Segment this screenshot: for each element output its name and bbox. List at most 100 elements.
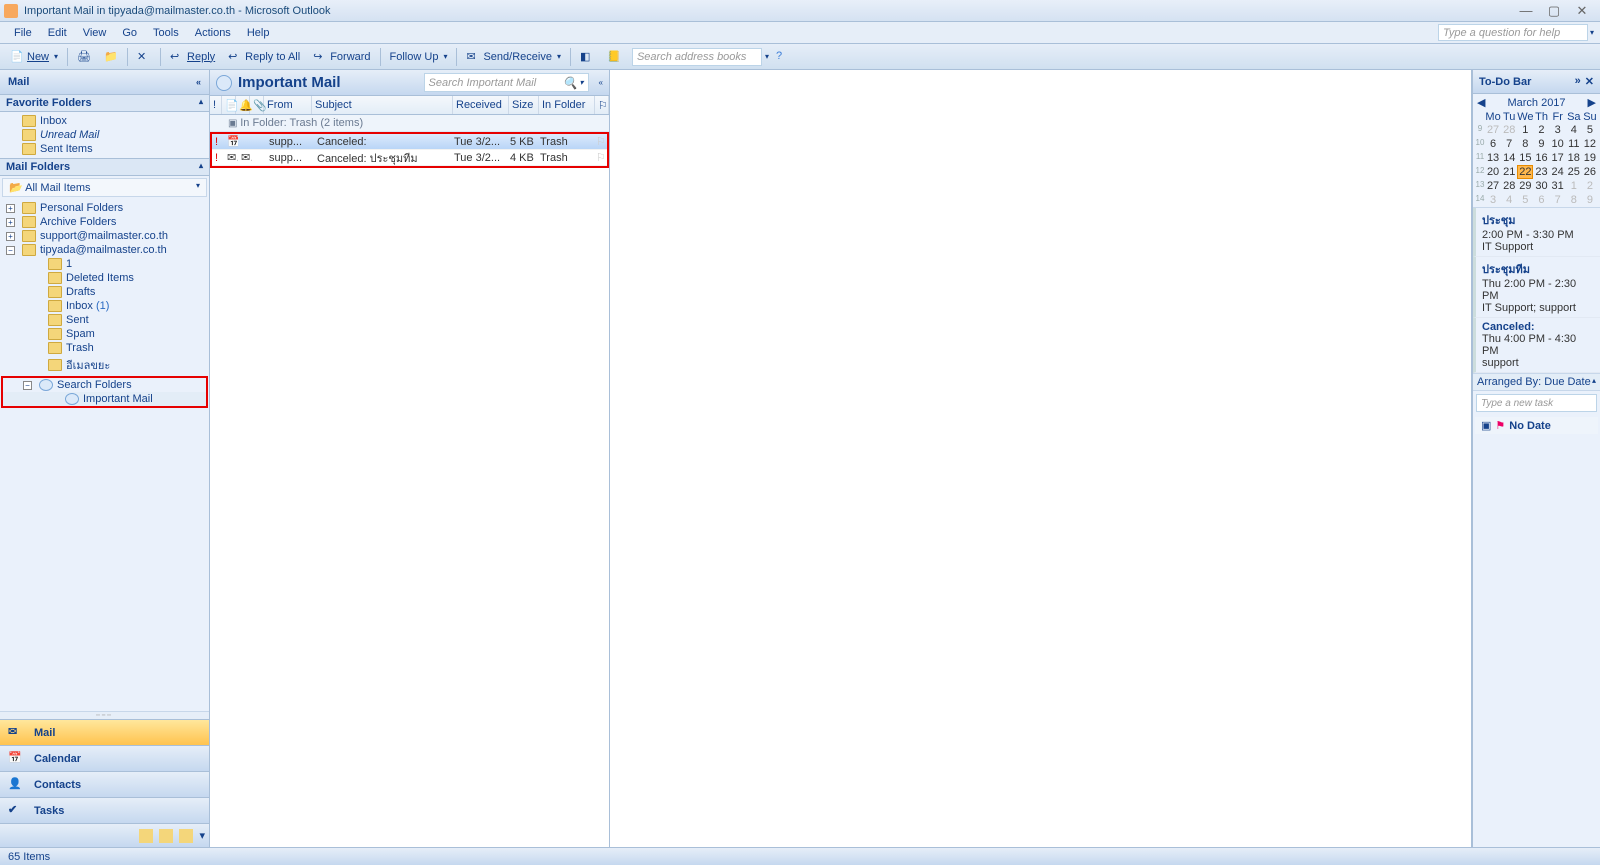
list-search[interactable]: Search Important Mail🔍▾: [424, 73, 589, 92]
calendar-day[interactable]: 4: [1566, 123, 1582, 137]
shortcuts-icon[interactable]: [179, 829, 193, 843]
calendar-day[interactable]: 28: [1501, 123, 1517, 137]
tree-search-folders[interactable]: −Search Folders: [3, 378, 206, 392]
col-from[interactable]: From: [264, 96, 312, 114]
nav-mail-button[interactable]: ✉Mail: [0, 719, 209, 745]
tree-important-mail[interactable]: Important Mail: [3, 392, 206, 406]
col-icon[interactable]: 📄: [222, 96, 236, 114]
address-search-dropdown-icon[interactable]: ▾: [765, 52, 769, 61]
help-dropdown-icon[interactable]: ▾: [1590, 28, 1594, 37]
col-infolder[interactable]: In Folder: [539, 96, 595, 114]
expand-icon[interactable]: +: [6, 218, 15, 227]
col-importance[interactable]: !: [210, 96, 222, 114]
favorite-unread[interactable]: Unread Mail: [0, 128, 209, 142]
menu-tools[interactable]: Tools: [145, 25, 187, 41]
expand-icon[interactable]: +: [6, 232, 15, 241]
calendar-day[interactable]: 7: [1501, 137, 1517, 151]
reply-all-button[interactable]: ↩Reply to All: [222, 47, 306, 67]
close-todo-icon[interactable]: ✕: [1585, 75, 1594, 88]
new-task-input[interactable]: Type a new task: [1476, 394, 1597, 412]
calendar-day[interactable]: 5: [1517, 193, 1533, 207]
flag-icon[interactable]: ⚐: [593, 135, 607, 148]
calendar-day[interactable]: 10: [1550, 137, 1566, 151]
appointment[interactable]: Canceled: Thu 4:00 PM - 4:30 PM support: [1473, 318, 1600, 373]
address-search[interactable]: Search address books: [632, 48, 762, 66]
col-received[interactable]: Received: [453, 96, 509, 114]
calendar-day[interactable]: 6: [1533, 193, 1549, 207]
message-row[interactable]: ! ✉ ✉ supp... Canceled: ประชุมทีม Tue 3/…: [212, 150, 607, 166]
print-button[interactable]: 🖨: [71, 47, 97, 67]
tree-archive-folders[interactable]: +Archive Folders: [0, 215, 209, 229]
appointment[interactable]: ประชุม 2:00 PM - 3:30 PM IT Support: [1473, 208, 1600, 257]
calendar-day[interactable]: 24: [1550, 165, 1566, 179]
nav-contacts-button[interactable]: 👤Contacts: [0, 771, 209, 797]
categorize-button[interactable]: ◧: [574, 47, 600, 67]
collapse-icon[interactable]: −: [6, 246, 15, 255]
dropdown-icon[interactable]: ▾: [196, 181, 200, 194]
calendar-day[interactable]: 8: [1566, 193, 1582, 207]
calendar-day[interactable]: 29: [1517, 179, 1533, 193]
favorite-folders-header[interactable]: Favorite Folders▴: [0, 94, 209, 112]
calendar-day[interactable]: 21: [1501, 165, 1517, 179]
calendar-day[interactable]: 1: [1566, 179, 1582, 193]
delete-button[interactable]: ✕: [131, 47, 157, 67]
calendar-day[interactable]: 9: [1582, 193, 1598, 207]
new-button[interactable]: 📄New▾: [4, 47, 64, 67]
group-header[interactable]: ▣ In Folder: Trash (2 items): [210, 115, 609, 132]
tree-sent[interactable]: Sent: [0, 313, 209, 327]
all-mail-items[interactable]: 📂 All Mail Items▾: [2, 178, 207, 197]
calendar-day[interactable]: 16: [1533, 151, 1549, 165]
calendar-day[interactable]: 25: [1566, 165, 1582, 179]
col-reminder[interactable]: 🔔: [236, 96, 250, 114]
task-arrange-header[interactable]: Arranged By: Due Date▴: [1473, 373, 1600, 391]
reply-button[interactable]: ↩Reply: [164, 47, 221, 67]
expand-icon[interactable]: ▣: [1481, 419, 1491, 432]
folder-list-icon[interactable]: [159, 829, 173, 843]
tree-account-tipyada[interactable]: −tipyada@mailmaster.co.th: [0, 243, 209, 257]
menu-file[interactable]: File: [6, 25, 40, 41]
calendar-day[interactable]: 2: [1533, 123, 1549, 137]
move-button[interactable]: 📁: [98, 47, 124, 67]
followup-button[interactable]: Follow Up▾: [384, 48, 454, 66]
notes-icon[interactable]: [139, 829, 153, 843]
help-button[interactable]: ?: [770, 47, 796, 67]
calendar-day[interactable]: 28: [1501, 179, 1517, 193]
expand-icon[interactable]: +: [6, 204, 15, 213]
calendar-day[interactable]: 22: [1517, 165, 1533, 179]
calendar-day[interactable]: 13: [1485, 151, 1501, 165]
help-search[interactable]: Type a question for help: [1438, 24, 1588, 41]
tree-inbox[interactable]: Inbox (1): [0, 299, 209, 313]
calendar-day[interactable]: 6: [1485, 137, 1501, 151]
send-receive-button[interactable]: ✉Send/Receive▾: [460, 47, 567, 67]
calendar-day[interactable]: 8: [1517, 137, 1533, 151]
menu-view[interactable]: View: [75, 25, 115, 41]
calendar-day[interactable]: 14: [1501, 151, 1517, 165]
tree-drafts[interactable]: Drafts: [0, 285, 209, 299]
address-book-button[interactable]: 📒: [601, 47, 627, 67]
tree-spam[interactable]: Spam: [0, 327, 209, 341]
favorite-inbox[interactable]: Inbox: [0, 114, 209, 128]
collapse-nav-icon[interactable]: «: [196, 77, 201, 87]
flag-icon[interactable]: ⚐: [593, 151, 607, 164]
calendar-day[interactable]: 19: [1582, 151, 1598, 165]
calendar-day[interactable]: 11: [1566, 137, 1582, 151]
calendar-day[interactable]: 31: [1550, 179, 1566, 193]
calendar-day[interactable]: 1: [1517, 123, 1533, 137]
col-attachment[interactable]: 📎: [250, 96, 264, 114]
menu-help[interactable]: Help: [239, 25, 278, 41]
tree-account-support[interactable]: +support@mailmaster.co.th: [0, 229, 209, 243]
calendar-day[interactable]: 12: [1582, 137, 1598, 151]
calendar-day[interactable]: 18: [1566, 151, 1582, 165]
calendar-day[interactable]: 17: [1550, 151, 1566, 165]
nav-tasks-button[interactable]: ✔Tasks: [0, 797, 209, 823]
collapse-icon[interactable]: −: [23, 381, 32, 390]
appointment[interactable]: ประชุมทีม Thu 2:00 PM - 2:30 PM IT Suppo…: [1473, 257, 1600, 318]
calendar-day[interactable]: 5: [1582, 123, 1598, 137]
calendar-day[interactable]: 15: [1517, 151, 1533, 165]
calendar-day[interactable]: 20: [1485, 165, 1501, 179]
prev-month-icon[interactable]: ◀: [1477, 96, 1485, 109]
tree-personal-folders[interactable]: +Personal Folders: [0, 201, 209, 215]
nav-calendar-button[interactable]: 📅Calendar: [0, 745, 209, 771]
search-icon[interactable]: 🔍: [563, 76, 578, 90]
calendar-day[interactable]: 27: [1485, 179, 1501, 193]
